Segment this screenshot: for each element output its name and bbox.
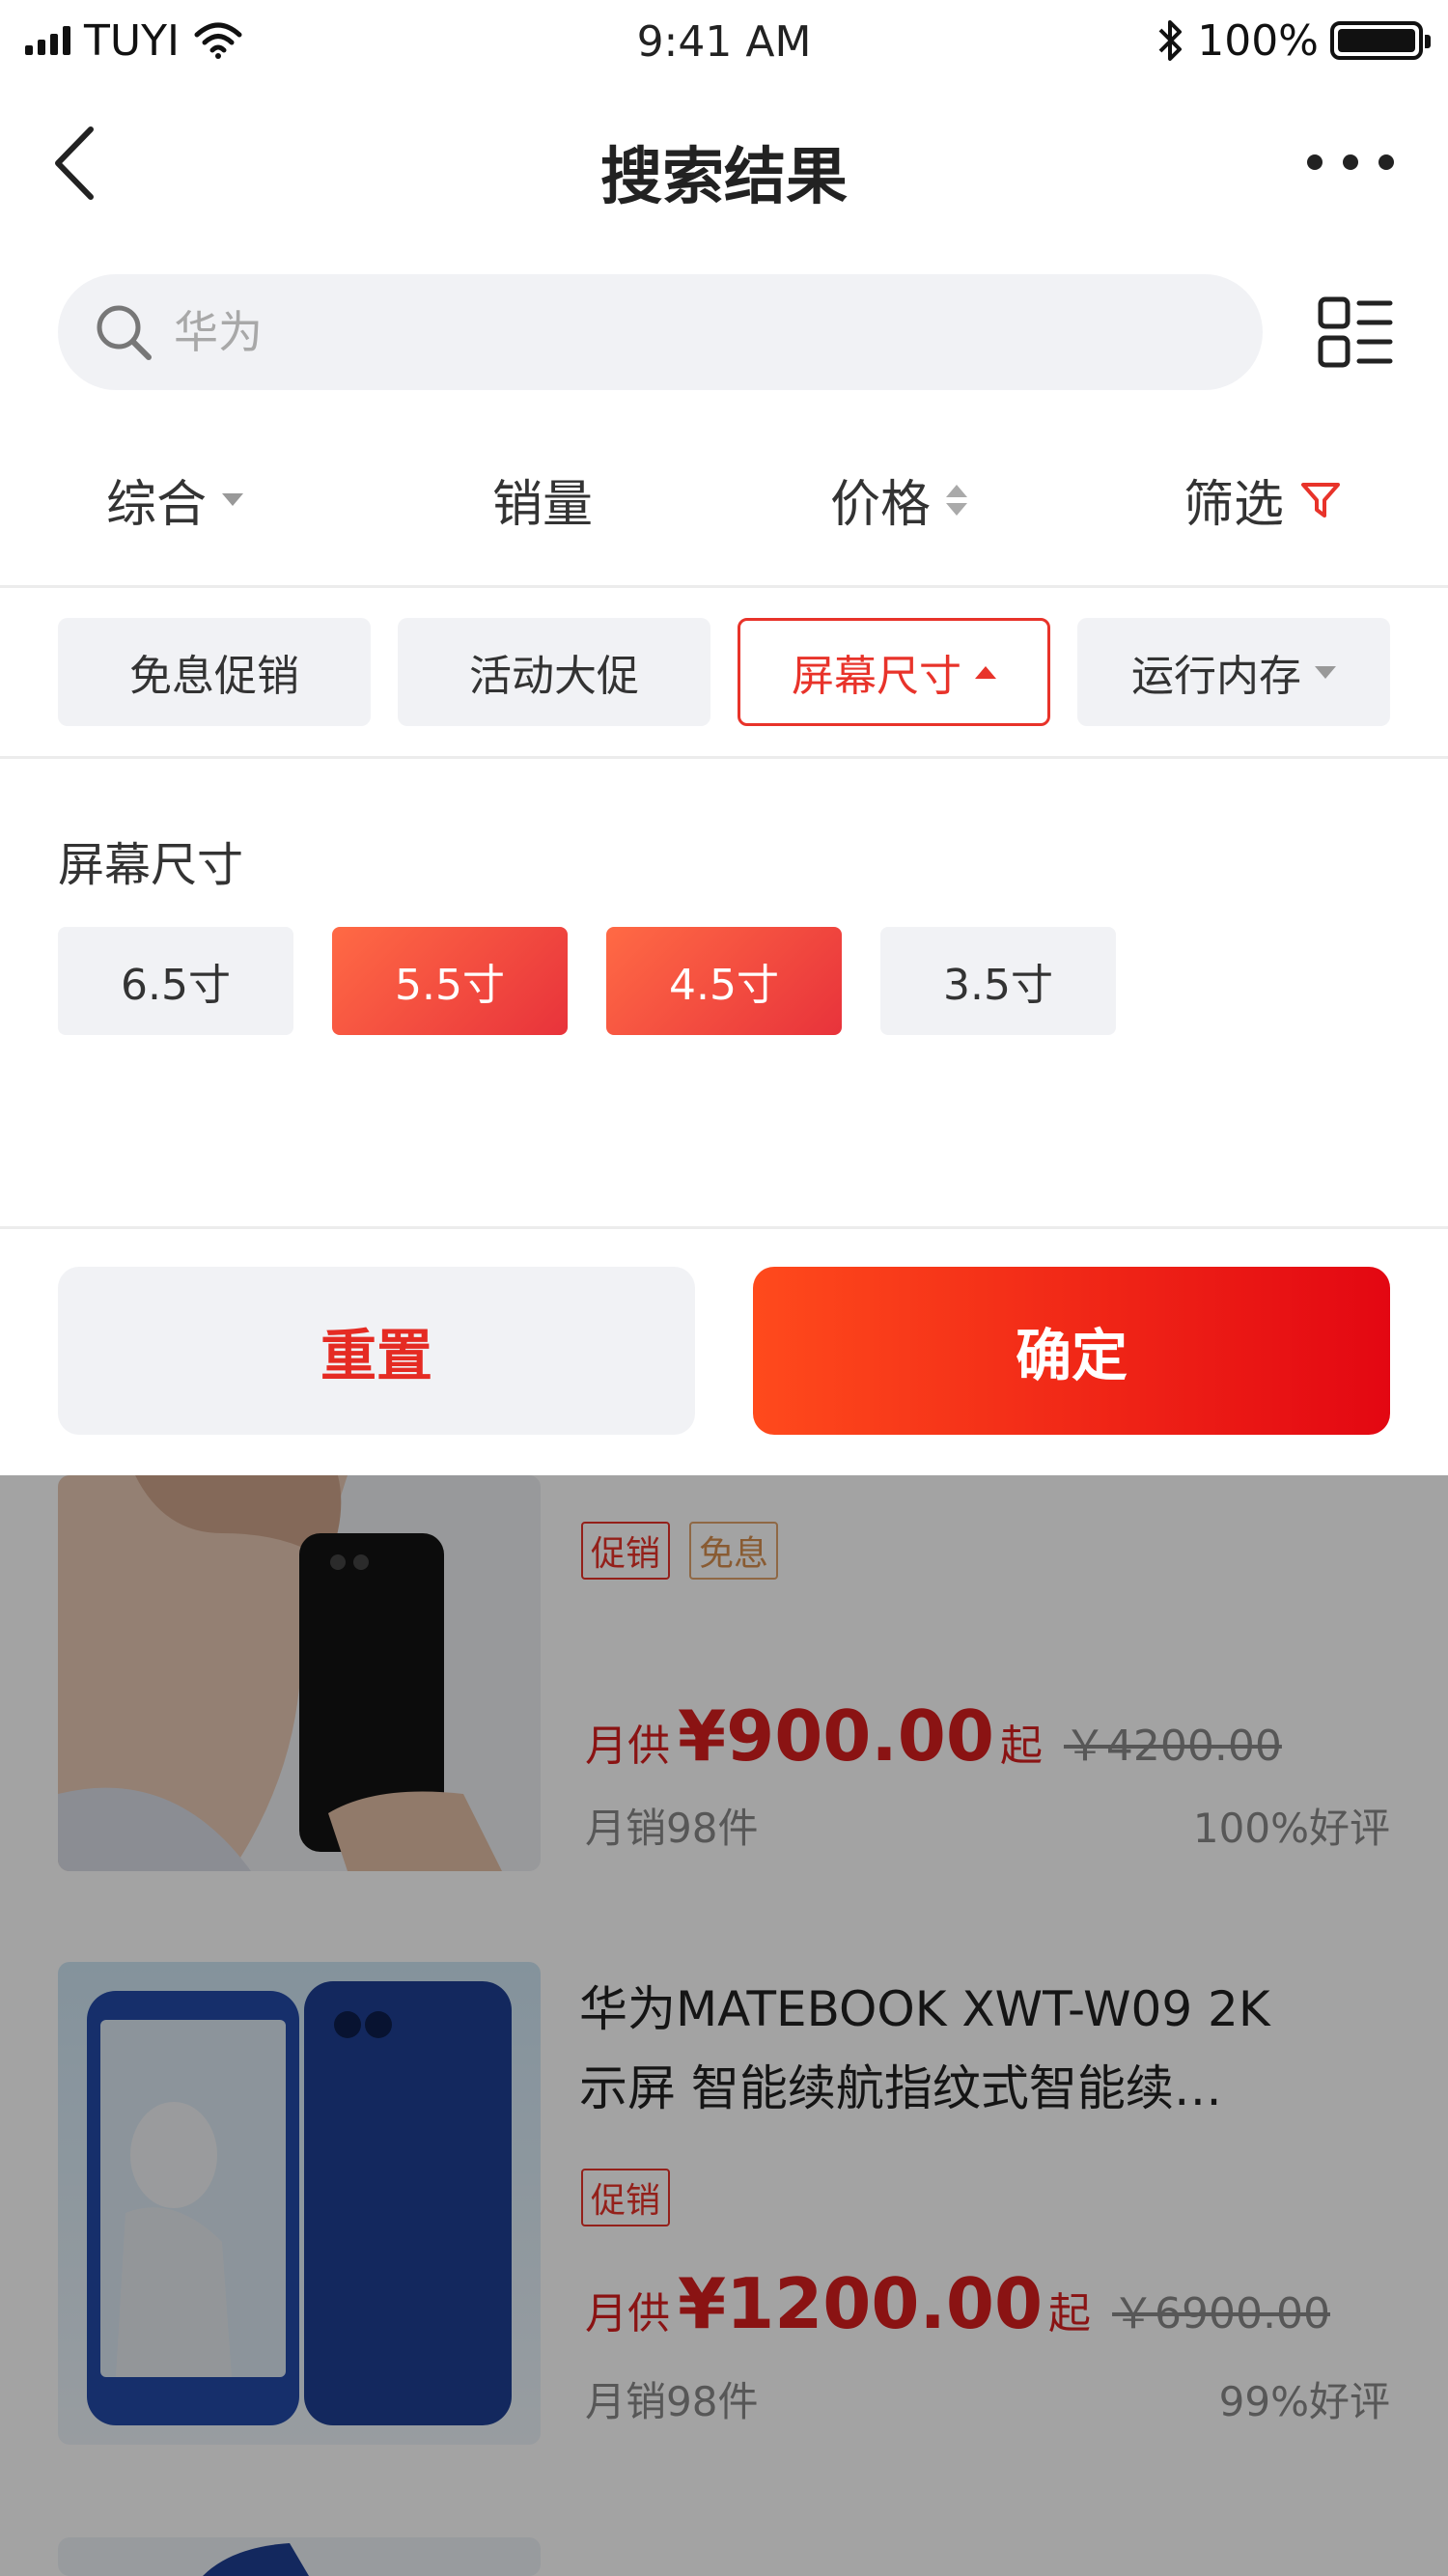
sort-label: 价格 <box>830 476 932 534</box>
tag-label: 运行内存 <box>1131 652 1301 701</box>
sort-arrows-icon <box>946 484 968 516</box>
tag-screen-size[interactable]: 屏幕尺寸 <box>738 618 1050 726</box>
size-option-4-5[interactable]: 4.5寸 <box>606 927 842 1035</box>
tag-label: 屏幕尺寸 <box>792 652 961 701</box>
battery-icon <box>1330 21 1431 60</box>
size-panel-label: 屏幕尺寸 <box>58 838 244 892</box>
modal-overlay[interactable] <box>0 1475 1448 2576</box>
divider <box>0 585 1448 588</box>
carrier-name: TUYI <box>84 15 180 66</box>
filter-tag-row: 免息促销 活动大促 屏幕尺寸 运行内存 <box>0 618 1448 730</box>
sort-filter[interactable]: 筛选 <box>1183 463 1342 536</box>
divider <box>0 1226 1448 1229</box>
nav-bar: 搜索结果 <box>0 97 1448 232</box>
sort-sales[interactable]: 销量 <box>492 463 593 536</box>
status-left: TUYI <box>25 16 243 66</box>
page-title: 搜索结果 <box>600 142 848 213</box>
more-button[interactable] <box>1307 143 1394 182</box>
divider <box>0 756 1448 759</box>
sort-price[interactable]: 价格 <box>830 463 968 536</box>
confirm-button[interactable]: 确定 <box>753 1267 1390 1435</box>
size-option-5-5[interactable]: 5.5寸 <box>332 927 568 1035</box>
filter-icon <box>1301 482 1341 518</box>
size-option-label: 4.5寸 <box>669 961 779 1010</box>
layout-toggle-button[interactable] <box>1317 295 1394 369</box>
more-dot-icon <box>1378 154 1394 170</box>
reset-button[interactable]: 重置 <box>58 1267 695 1435</box>
caret-down-icon <box>1315 665 1336 679</box>
reset-label: 重置 <box>320 1323 432 1388</box>
status-right: 100% <box>1155 15 1431 66</box>
search-icon <box>97 305 152 360</box>
tag-label: 免息促销 <box>129 652 299 701</box>
more-dot-icon <box>1343 154 1358 170</box>
tag-label: 活动大促 <box>469 652 639 701</box>
sort-label: 筛选 <box>1183 476 1285 534</box>
size-option-label: 6.5寸 <box>121 961 231 1010</box>
sort-comprehensive[interactable]: 综合 <box>106 463 244 536</box>
bluetooth-icon <box>1158 20 1183 61</box>
size-option-6-5[interactable]: 6.5寸 <box>58 927 293 1035</box>
size-option-label: 5.5寸 <box>395 961 505 1010</box>
sort-label: 销量 <box>492 476 594 534</box>
battery-level <box>1338 29 1415 52</box>
sort-label: 综合 <box>106 476 208 534</box>
caret-down-icon <box>222 493 244 506</box>
size-option-label: 3.5寸 <box>943 961 1053 1010</box>
status-bar: TUYI 100% <box>0 0 1448 81</box>
signal-icon <box>25 26 70 55</box>
sort-bar: 综合 销量 价格 筛选 <box>0 444 1448 560</box>
search-input[interactable] <box>174 306 1139 358</box>
battery-percent: 100% <box>1197 15 1319 66</box>
caret-up-icon <box>975 665 996 679</box>
tag-memory[interactable]: 运行内存 <box>1077 618 1390 726</box>
list-layout-icon <box>1318 296 1393 368</box>
size-option-3-5[interactable]: 3.5寸 <box>880 927 1116 1035</box>
confirm-label: 确定 <box>1015 1323 1128 1388</box>
search-box[interactable] <box>58 274 1263 390</box>
wifi-icon <box>194 22 242 59</box>
tag-promotion[interactable]: 活动大促 <box>398 618 710 726</box>
tag-interest-free[interactable]: 免息促销 <box>58 618 371 726</box>
more-dot-icon <box>1307 154 1323 170</box>
